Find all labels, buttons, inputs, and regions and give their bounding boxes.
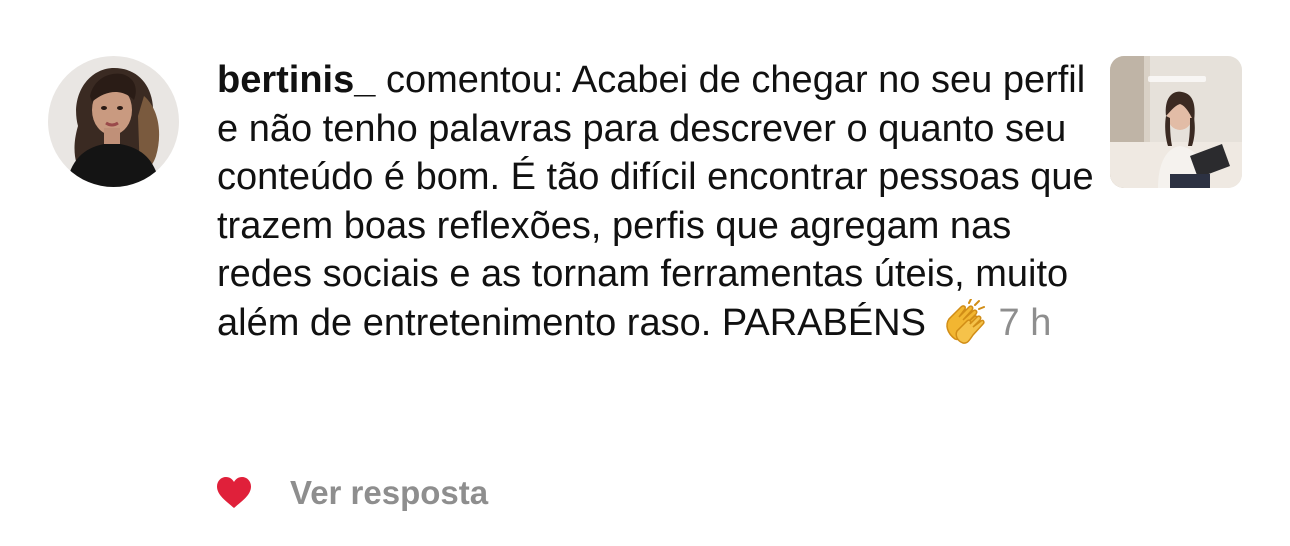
view-reply-button[interactable]: Ver resposta [290,472,488,514]
comment-time: 7 h [998,301,1052,344]
clapping-hands-emoji [941,297,987,358]
comment-text: bertinis_ comentou: Acabei de chegar no … [217,56,1097,357]
like-button[interactable] [216,476,252,510]
comment-username[interactable]: bertinis_ [217,59,375,101]
post-thumbnail[interactable] [1110,56,1242,188]
heart-icon [217,477,251,508]
avatar[interactable] [48,56,179,187]
